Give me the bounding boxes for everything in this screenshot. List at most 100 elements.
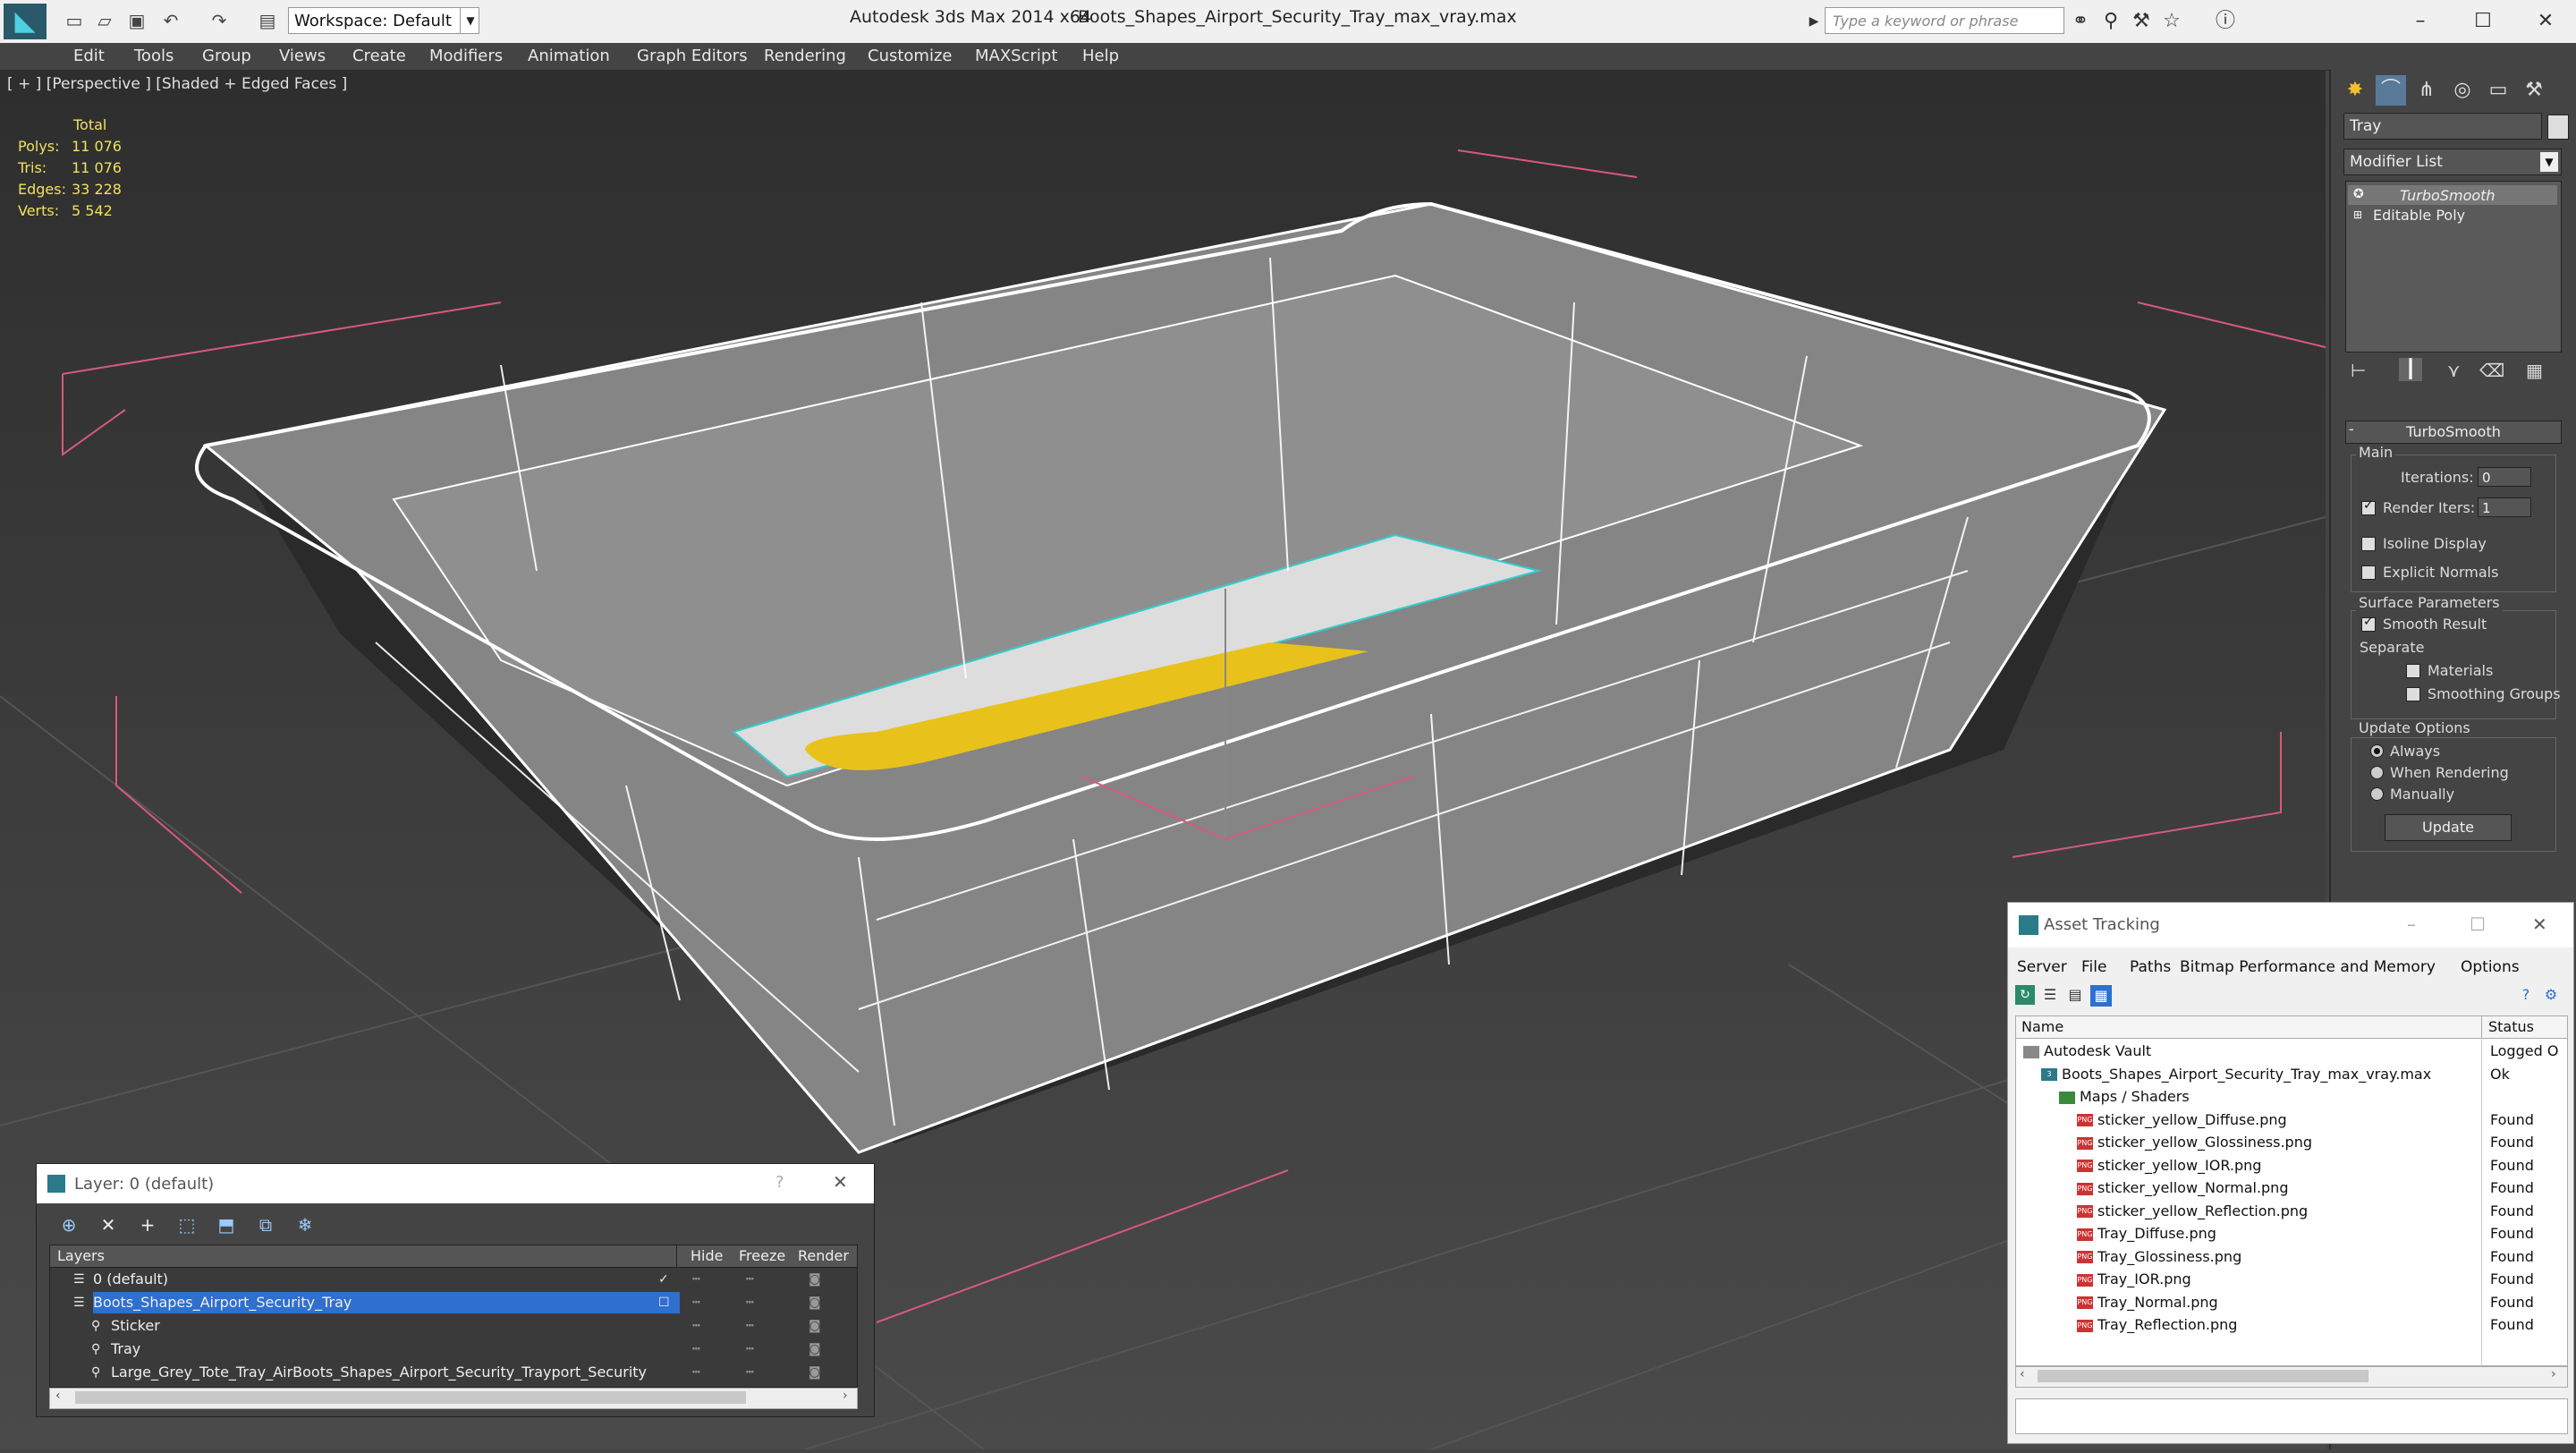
smooth-result-checkbox[interactable] [2361,615,2376,632]
lightbulb-icon[interactable]: ✪ [2353,187,2364,201]
layer-name[interactable]: Sticker [111,1315,164,1337]
menu-tools[interactable]: Tools [134,47,174,65]
asset-row[interactable]: PNG Tray_Normal.png [2077,1291,2218,1313]
app-logo-icon[interactable]: ◣ [4,4,47,39]
layer-row[interactable]: ⚲ Sticker ┅ ┅ ◙ [50,1315,857,1337]
chevron-down-icon[interactable]: ▼ [2540,152,2558,172]
viewport-label[interactable]: [ + ] [Perspective ] [Shaded + Edged Fac… [7,75,347,93]
menu-customize[interactable]: Customize [868,47,952,65]
menu-group[interactable]: Group [202,47,251,65]
asset-horizontal-scrollbar[interactable]: ‹ › [2015,1366,2568,1388]
project-folder-icon[interactable]: ▤ [256,9,279,32]
chevron-down-icon[interactable]: ▼ [460,7,480,34]
scroll-right-icon[interactable]: › [843,1389,848,1403]
select-objects-icon[interactable]: ⬚ [174,1212,199,1237]
menu-create[interactable]: Create [352,47,406,65]
delete-layer-icon[interactable]: ✕ [96,1212,121,1237]
open-file-icon[interactable]: ▱ [93,9,116,32]
render-iters-spinner[interactable]: 1 [2478,497,2531,517]
render-iters-checkbox[interactable] [2361,498,2376,515]
highlight-layer-icon[interactable]: ⬒ [214,1212,239,1237]
create-layer-icon[interactable]: ⊕ [56,1212,81,1237]
communication-icon[interactable]: ⚒ [2129,9,2154,34]
asset-menu-paths[interactable]: Paths [2130,958,2171,976]
col-hide[interactable]: Hide [691,1245,723,1267]
binoculars-icon[interactable]: ⚭ [2068,9,2093,34]
object-name-field[interactable]: Tray [2343,113,2542,140]
asset-row[interactable]: PNG Tray_Diffuse.png [2077,1222,2216,1245]
col-render[interactable]: Render [798,1245,849,1267]
minimize-icon[interactable]: – [2407,913,2416,935]
smoothing-groups-checkbox[interactable] [2406,687,2420,701]
redo-icon[interactable]: ↷ [208,9,231,32]
render-toggle-icon[interactable]: ◙ [809,1292,821,1313]
modify-tab-icon[interactable]: ⌒ [2376,75,2406,106]
layer-row[interactable]: ⚲ Tray ┅ ┅ ◙ [50,1338,857,1360]
stack-item-editable-poly[interactable]: Editable Poly [2373,207,2465,224]
list-view-icon[interactable]: ☰ [2040,985,2060,1005]
freeze-toggle-icon[interactable]: ┅ [746,1269,753,1290]
maximize-icon[interactable]: ☐ [2470,913,2486,935]
maximize-icon[interactable]: ☐ [2465,5,2501,38]
col-name[interactable]: Name [2021,1016,2063,1038]
layer-name[interactable]: Boots_Shapes_Airport_Security_Tray [93,1292,680,1313]
menu-modifiers[interactable]: Modifiers [429,47,503,65]
isoline-display-checkbox[interactable] [2361,537,2376,551]
freeze-toggle-icon[interactable]: ┅ [746,1338,753,1360]
layer-row[interactable]: ☰ 0 (default) ┅ ┅ ◙ ✓ [50,1269,857,1290]
utilities-tab-icon[interactable]: ⚒ [2519,75,2549,106]
asset-row[interactable]: PNG sticker_yellow_Diffuse.png [2077,1109,2287,1131]
save-icon[interactable]: ▣ [125,9,148,32]
scroll-left-icon[interactable]: ‹ [2020,1367,2025,1381]
menu-views[interactable]: Views [279,47,326,65]
motion-tab-icon[interactable]: ◎ [2447,75,2478,106]
show-end-result-icon[interactable]: ┃ [2399,358,2422,381]
asset-menu-options[interactable]: Options [2461,958,2520,976]
asset-row[interactable]: 3 Boots_Shapes_Airport_Security_Tray_max_… [2041,1063,2431,1085]
close-icon[interactable]: ✕ [833,1171,848,1193]
menu-graph-editors[interactable]: Graph Editors [637,47,748,65]
when-rendering-radio[interactable] [2370,766,2384,779]
menu-maxscript[interactable]: MAXScript [975,47,1057,65]
close-icon[interactable]: ✕ [2528,5,2563,38]
scrollbar-thumb[interactable] [75,1391,746,1404]
add-to-layer-icon[interactable]: + [135,1212,160,1237]
help-icon[interactable]: ? [2516,985,2536,1005]
remove-modifier-icon[interactable]: ⌫ [2479,360,2504,381]
layer-row[interactable]: ⚲ Large_Grey_Tote_Tray_AirBoots_Shapes_Ai… [50,1362,857,1383]
asset-row[interactable]: PNG Tray_IOR.png [2077,1268,2191,1290]
render-toggle-icon[interactable]: ◙ [809,1338,821,1360]
minimize-icon[interactable]: – [2402,5,2438,38]
menu-help[interactable]: Help [1082,47,1119,65]
asset-menu-bitmap-performance[interactable]: Bitmap Performance and Memory [2180,958,2436,976]
layer-horizontal-scrollbar[interactable]: ‹ › [49,1388,858,1409]
search-expand-icon[interactable]: ▶ [1801,9,1826,34]
table-view-icon[interactable]: ▦ [2090,985,2112,1007]
new-file-icon[interactable]: ▭ [63,9,86,32]
hide-toggle-icon[interactable]: ┅ [692,1338,699,1360]
render-toggle-icon[interactable]: ◙ [809,1269,821,1290]
iterations-spinner[interactable]: 0 [2478,467,2531,487]
freeze-toggle-icon[interactable]: ┅ [746,1315,753,1337]
asset-row[interactable]: PNG Tray_Glossiness.png [2077,1245,2241,1268]
hide-toggle-icon[interactable]: ┅ [692,1269,699,1290]
create-tab-icon[interactable]: ✸ [2340,75,2370,106]
help-icon[interactable]: ⓘ [2213,9,2238,34]
explicit-normals-checkbox[interactable] [2361,565,2376,580]
hide-toggle-icon[interactable]: ┅ [692,1292,699,1313]
update-button[interactable]: Update [2385,814,2512,841]
object-color-swatch[interactable] [2547,115,2569,140]
asset-path-field[interactable] [2015,1398,2568,1434]
menu-animation[interactable]: Animation [528,47,610,65]
rollout-collapse-icon[interactable]: - [2349,421,2354,438]
current-layer-check-icon[interactable]: ✓ [658,1269,669,1290]
workspace-select[interactable]: Workspace: Default [288,7,479,34]
favorites-star-icon[interactable]: ☆ [2159,9,2184,34]
undo-icon[interactable]: ↶ [159,9,182,32]
scrollbar-thumb[interactable] [2038,1370,2368,1382]
render-toggle-icon[interactable]: ◙ [809,1315,821,1337]
col-layers[interactable]: Layers [57,1245,105,1267]
expand-icon[interactable]: ⊞ [2353,208,2362,221]
thumbnail-view-icon[interactable]: ▤ [2065,985,2085,1005]
make-unique-icon[interactable]: ⋎ [2447,360,2461,381]
